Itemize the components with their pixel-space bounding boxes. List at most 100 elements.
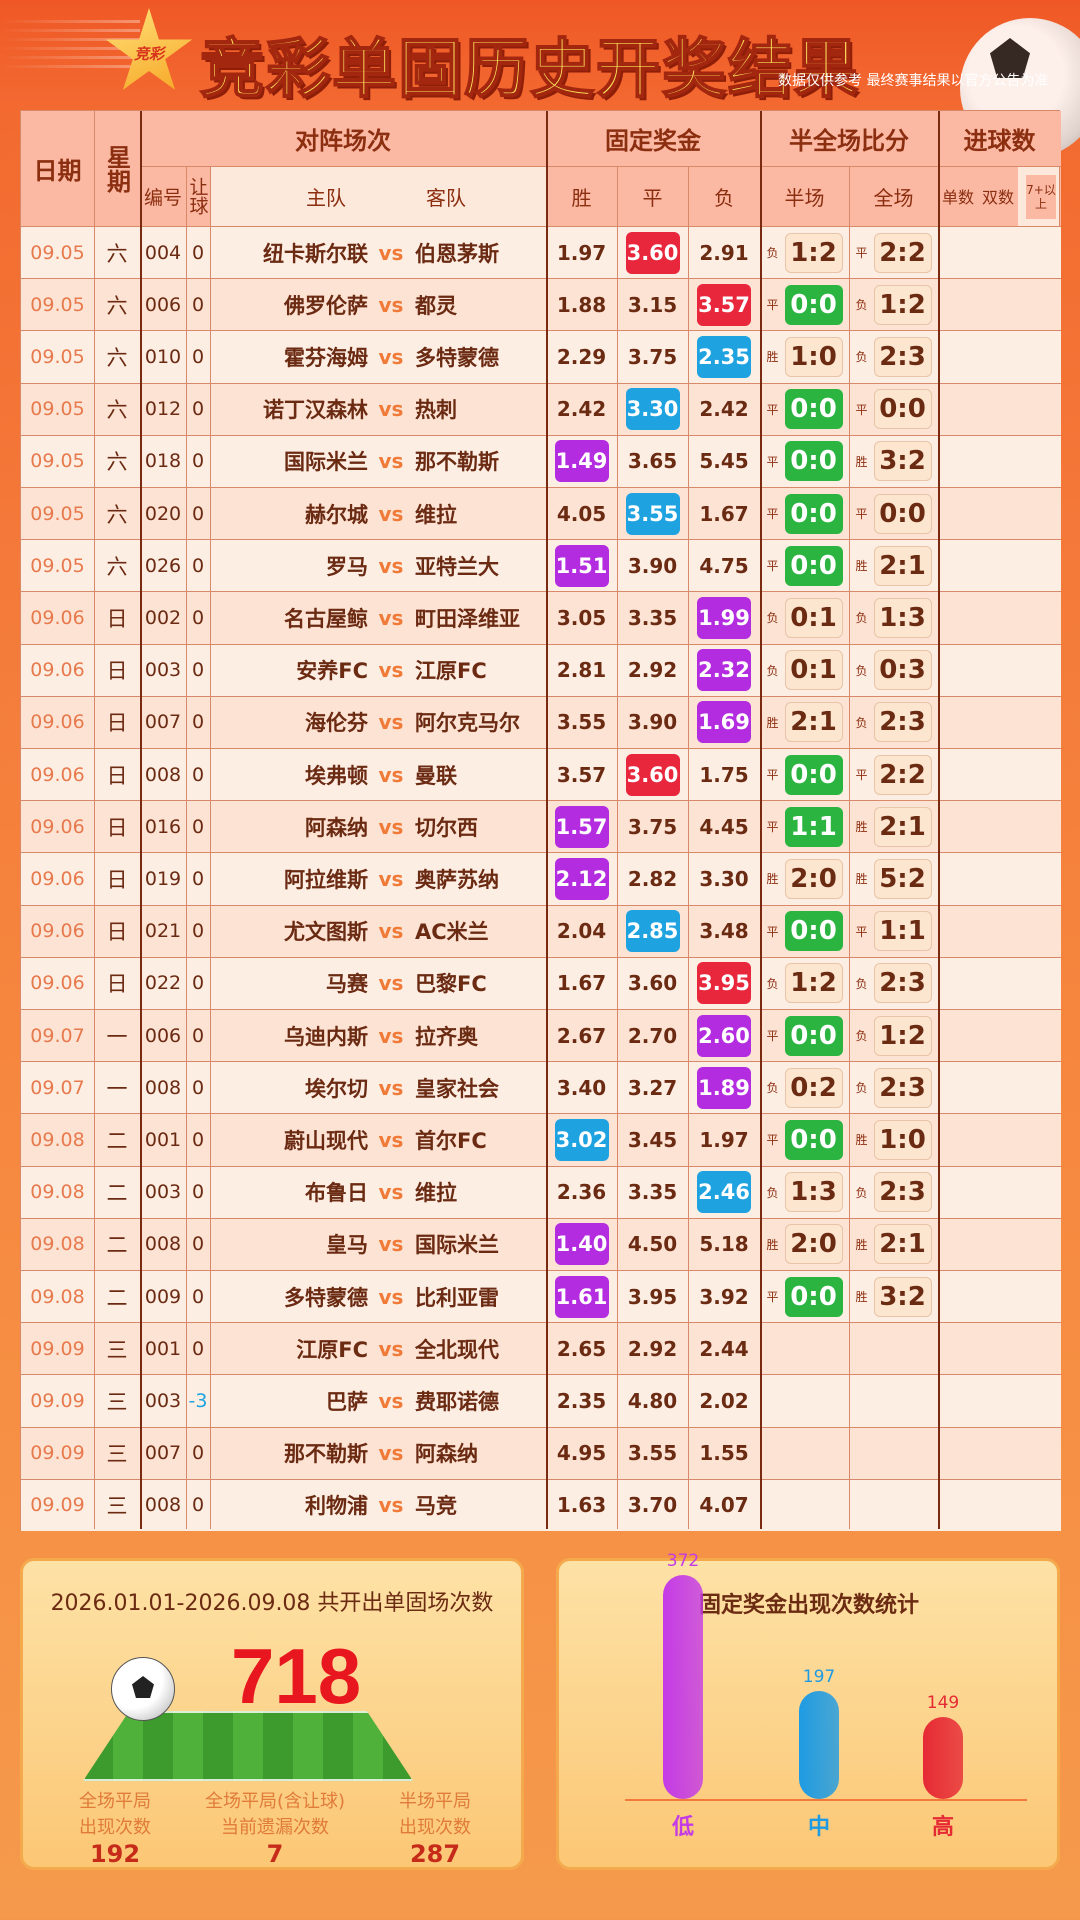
vs-label: vs [378, 1388, 404, 1413]
summary-title: 2026.01.01-2026.09.08 共开出单固场次数 [50, 1591, 494, 1616]
away-team: AC米兰 [415, 920, 489, 945]
handicap-cell: 0 [191, 1128, 205, 1151]
half-result-tag: 负 [766, 976, 779, 991]
odds-highlight: 1.49 [554, 440, 609, 483]
away-team: 切尔西 [415, 815, 478, 840]
table-row: 09.09 三 008 0 利物浦 vs 马竞 1.63 3.70 4.07 [21, 1478, 1061, 1531]
odds-win: 1.57 [546, 801, 617, 852]
header-goals: 进球数 [938, 111, 1061, 166]
home-team: 江原FC [296, 1337, 368, 1362]
home-team: 霍芬海姆 [284, 345, 368, 370]
half-score-cell: 平 0:0 [760, 279, 849, 330]
full-score-cell: 负 0:3 [849, 645, 938, 696]
date-cell: 09.09 [30, 1494, 85, 1517]
weekday-cell: 日 [106, 867, 128, 892]
handicap-cell: -3 [188, 1389, 208, 1412]
table-row: 09.05 六 004 0 纽卡斯尔联 vs 伯恩茅斯 1.97 3.60 2.91 负 1:2 平 2:… [21, 226, 1061, 279]
away-team: 巴黎FC [415, 972, 487, 997]
home-team: 阿森纳 [305, 815, 368, 840]
away-team: 费耶诺德 [415, 1389, 499, 1414]
odds-win: 2.67 [556, 1023, 607, 1048]
odds-chart-panel: 固定奖金出现次数统计 372 低 197 中 149 高 [556, 1551, 1060, 1870]
full-result-tag: 平 [855, 507, 868, 522]
half-score-cell: 平 0:0 [760, 1114, 849, 1165]
odds-lose: 4.45 [699, 814, 749, 839]
match-number: 010 [144, 345, 182, 368]
half-result-tag: 负 [766, 246, 779, 261]
table-row: 09.06 日 016 0 阿森纳 vs 切尔西 1.57 3.75 4.45 平 1:1 胜 2:1 [21, 800, 1061, 853]
full-score: 1:3 [873, 597, 932, 638]
away-team: 皇家社会 [415, 1076, 499, 1101]
date-cell: 09.06 [30, 972, 85, 995]
match-number: 001 [144, 1128, 182, 1151]
full-score-cell: 平 1:1 [849, 906, 938, 957]
half-result-tag: 胜 [766, 1237, 779, 1252]
vs-label: vs [378, 971, 404, 996]
bar-value-label: 149 [926, 1693, 960, 1713]
disclaimer-text: 数据仅供参考 最终赛事结果以官方公告为准 [778, 73, 1049, 89]
date-cell: 09.08 [30, 1128, 85, 1151]
table-row: 09.05 六 010 0 霍芬海姆 vs 多特蒙德 2.29 3.75 2.35 胜 1:0 负 2:3 [21, 330, 1061, 383]
table-row: 09.08 二 003 0 布鲁日 vs 维拉 2.36 3.35 2.46 负 1:3 负 2:3 [21, 1165, 1061, 1218]
home-team: 多特蒙德 [284, 1285, 368, 1310]
odds-lose: 1.67 [699, 501, 749, 526]
home-team: 乌迪内斯 [284, 1024, 368, 1049]
full-score-cell: 胜 3:2 [849, 1271, 938, 1322]
odds-win: 3.57 [556, 762, 607, 787]
stat-label: 全场平局(含让球) [204, 1791, 346, 1812]
half-score-cell: 平 0:0 [760, 488, 849, 539]
handicap-cell: 0 [191, 1494, 205, 1517]
odds-win: 2.35 [556, 1388, 607, 1413]
away-team: 热刺 [415, 398, 457, 423]
stat-label: 出现次数 [399, 1817, 471, 1838]
home-team: 阿拉维斯 [284, 867, 368, 892]
full-score-cell: 负 2:3 [849, 1062, 938, 1113]
half-score: 0:0 [784, 389, 843, 430]
odds-draw: 3.95 [627, 1284, 678, 1309]
vs-label: vs [378, 1336, 404, 1361]
match-number: 001 [144, 1337, 182, 1360]
date-cell: 09.06 [30, 815, 85, 838]
full-result-tag: 负 [855, 1185, 868, 1200]
full-score-cell: 平 2:2 [849, 227, 938, 278]
half-result-tag: 平 [766, 1133, 779, 1148]
odds-highlight: 1.69 [697, 701, 751, 744]
odds-draw: 3.60 [617, 227, 688, 278]
table-row: 09.06 日 021 0 尤文图斯 vs AC米兰 2.04 2.85 3.48 平 0:0 平 1:1 [21, 904, 1061, 957]
vs-label: vs [378, 1284, 404, 1309]
full-result-tag: 平 [855, 924, 868, 939]
half-score: 2:0 [784, 858, 843, 899]
vs-label: vs [378, 814, 404, 839]
half-score: 0:0 [784, 441, 843, 482]
weekday-cell: 日 [106, 920, 128, 945]
half-score-cell: 胜 2:0 [760, 1219, 849, 1270]
half-result-tag: 胜 [766, 872, 779, 887]
match-number: 003 [144, 1181, 182, 1204]
full-result-tag: 胜 [855, 820, 868, 835]
header-handicap: 让球 [186, 166, 210, 226]
full-score: 2:3 [873, 963, 932, 1004]
header-draw: 平 [617, 166, 688, 226]
full-score-cell: 负 2:3 [849, 697, 938, 748]
odds-win: 2.29 [556, 344, 607, 369]
half-score: 2:1 [784, 702, 843, 743]
weekday-cell: 一 [106, 1024, 128, 1049]
odds-lose: 1.89 [688, 1062, 760, 1113]
full-result-tag: 胜 [855, 872, 868, 887]
date-cell: 09.06 [30, 711, 85, 734]
chart-title: 固定奖金出现次数统计 [699, 1593, 920, 1618]
half-result-tag: 平 [766, 820, 779, 835]
vs-label: vs [378, 1180, 404, 1205]
date-cell: 09.06 [30, 867, 85, 890]
half-score: 1:1 [784, 806, 843, 847]
handicap-cell: 0 [191, 1181, 205, 1204]
table-row: 09.08 二 001 0 蔚山现代 vs 首尔FC 3.02 3.45 1.97 平 0:0 胜 1:0 [21, 1113, 1061, 1166]
match-number: 019 [144, 867, 182, 890]
stat-value: 7 [266, 1840, 284, 1868]
handicap-cell: 0 [191, 711, 205, 734]
table-row: 09.05 六 020 0 赫尔城 vs 维拉 4.05 3.55 1.67 平 0:0 平 0:0 [21, 487, 1061, 540]
odds-draw: 2.82 [627, 866, 678, 891]
odds-highlight: 3.30 [625, 388, 680, 431]
full-result-tag: 胜 [855, 559, 868, 574]
odds-lose: 1.99 [688, 592, 760, 643]
